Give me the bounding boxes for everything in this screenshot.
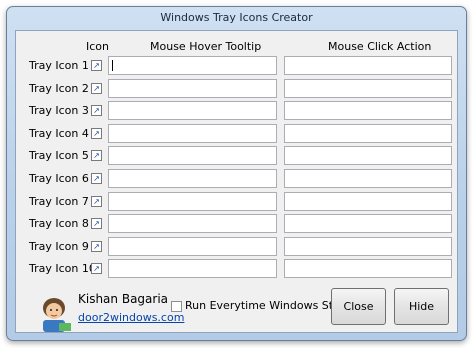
close-button[interactable]: Close	[331, 288, 386, 325]
action-input[interactable]	[284, 259, 452, 278]
tray-icon-label: Tray Icon 5	[29, 149, 89, 162]
shortcut-icon[interactable]: ↗	[91, 83, 102, 94]
shortcut-icon[interactable]: ↗	[91, 150, 102, 161]
action-input[interactable]	[284, 124, 452, 143]
tooltip-column-header: Mouse Hover Tooltip	[150, 40, 262, 53]
main-panel: Icon Mouse Hover Tooltip Mouse Click Act…	[15, 30, 458, 333]
shortcut-icon[interactable]: ↗	[91, 128, 102, 139]
tray-icon-label: Tray Icon 4	[29, 127, 89, 140]
website-link[interactable]: door2windows.com	[78, 311, 184, 324]
run-at-startup-checkbox[interactable]	[171, 301, 182, 312]
tray-icon-label: Tray Icon 8	[29, 217, 89, 230]
tray-icon-label: Tray Icon 10	[29, 262, 96, 275]
tooltip-input[interactable]	[108, 237, 277, 256]
tooltip-input[interactable]	[108, 124, 277, 143]
author-avatar	[43, 298, 71, 332]
tooltip-input[interactable]	[108, 169, 277, 188]
shortcut-icon[interactable]: ↗	[91, 173, 102, 184]
action-input[interactable]	[284, 237, 452, 256]
window-title: Windows Tray Icons Creator	[160, 11, 313, 24]
action-column-header: Mouse Click Action	[328, 40, 432, 53]
tooltip-input[interactable]	[108, 192, 277, 211]
tooltip-input[interactable]	[108, 146, 277, 165]
action-input[interactable]	[284, 192, 452, 211]
tooltip-input[interactable]	[108, 214, 277, 233]
hide-button[interactable]: Hide	[394, 288, 449, 325]
shortcut-icon[interactable]: ↗	[91, 241, 102, 252]
shortcut-icon[interactable]: ↗	[91, 105, 102, 116]
shortcut-icon[interactable]: ↗	[91, 196, 102, 207]
tray-icon-label: Tray Icon 1	[29, 59, 89, 72]
tooltip-input[interactable]	[108, 101, 277, 120]
shortcut-icon[interactable]: ↗	[91, 218, 102, 229]
action-input[interactable]	[284, 146, 452, 165]
shortcut-icon[interactable]: ↗	[91, 263, 102, 274]
tray-icon-label: Tray Icon 6	[29, 172, 89, 185]
tooltip-input[interactable]	[108, 56, 277, 75]
action-input[interactable]	[284, 169, 452, 188]
action-input[interactable]	[284, 79, 452, 98]
shortcut-icon[interactable]: ↗	[91, 60, 102, 71]
action-input[interactable]	[284, 56, 452, 75]
tray-icon-label: Tray Icon 9	[29, 240, 89, 253]
tray-icon-label: Tray Icon 7	[29, 195, 89, 208]
action-input[interactable]	[284, 101, 452, 120]
author-name: Kishan Bagaria	[78, 292, 169, 306]
tray-icon-label: Tray Icon 2	[29, 82, 89, 95]
tray-icon-label: Tray Icon 3	[29, 104, 89, 117]
tooltip-input[interactable]	[108, 79, 277, 98]
text-caret	[112, 60, 113, 71]
action-input[interactable]	[284, 214, 452, 233]
app-window: Windows Tray Icons Creator Icon Mouse Ho…	[6, 6, 467, 341]
tooltip-input[interactable]	[108, 259, 277, 278]
icon-column-header: Icon	[86, 40, 109, 53]
